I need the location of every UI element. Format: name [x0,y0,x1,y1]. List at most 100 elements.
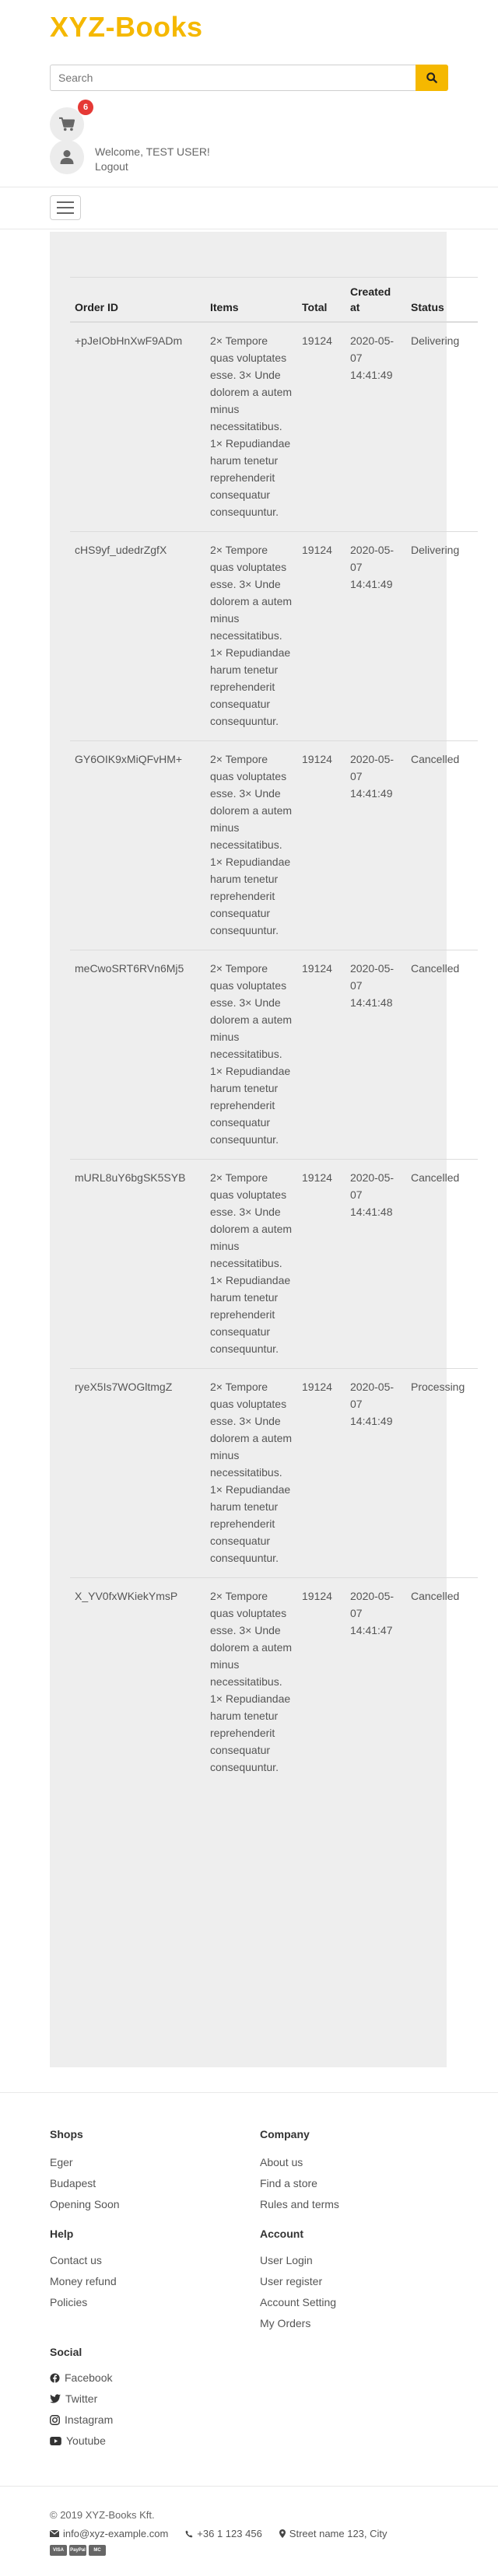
table-row[interactable]: X_YV0fxWKiekYmsP 2× Tempore quas volupta… [70,1577,478,1787]
contact-phone: +36 1 123 456 [185,2528,262,2539]
order-id: cHS9yf_udedrZgfX [70,531,205,741]
footer-link-contact[interactable]: Contact us [50,2254,102,2266]
cart-count-badge: 6 [78,100,93,115]
order-created: 2020-05-07 14:41:49 [345,1368,406,1578]
orders-header-row: Order ID Items Total Created at Status [70,277,478,323]
order-total: 19124 [297,740,345,950]
footer-divider [0,2092,498,2093]
order-total: 19124 [297,950,345,1160]
order-status: Cancelled [406,950,478,1160]
col-items: Items [205,277,297,323]
social-link-twitter[interactable]: Twitter [50,2392,97,2405]
order-created: 2020-05-07 14:41:48 [345,1159,406,1369]
contact-info: info@xyz-example.com +36 1 123 456 Stree… [50,2528,388,2539]
footer-link-rules[interactable]: Rules and terms [260,2198,339,2210]
twitter-icon [50,2394,61,2403]
order-created: 2020-05-07 14:41:47 [345,1577,406,1787]
footer-link-eger[interactable]: Eger [50,2156,73,2168]
order-id: GY6OIK9xMiQFvHM+ [70,740,205,950]
hamburger-icon-bar [57,212,74,214]
contact-email-text: info@xyz-example.com [63,2528,169,2539]
footer-link-opening-soon[interactable]: Opening Soon [50,2198,120,2210]
table-row[interactable]: GY6OIK9xMiQFvHM+ 2× Tempore quas volupta… [70,740,478,950]
order-id: +pJeIObHnXwF9ADm [70,321,205,532]
social-link-youtube[interactable]: Youtube [50,2434,106,2447]
order-total: 19124 [297,1159,345,1369]
order-total: 19124 [297,321,345,532]
hamburger-icon-bar [57,201,74,203]
envelope-icon [50,2530,59,2537]
table-row[interactable]: meCwoSRT6RVn6Mj5 2× Tempore quas volupta… [70,950,478,1160]
order-items: 2× Tempore quas voluptates esse. 3× Unde… [205,950,297,1160]
footer-link-budapest[interactable]: Budapest [50,2177,96,2189]
footer-shops-title: Shops [50,2128,83,2140]
order-status: Cancelled [406,1577,478,1787]
order-id: X_YV0fxWKiekYmsP [70,1577,205,1787]
footer-bottom-divider [0,2486,498,2487]
social-link-instagram[interactable]: Instagram [50,2413,113,2426]
mastercard-icon: MC [89,2545,106,2556]
footer-link-register[interactable]: User register [260,2275,322,2287]
facebook-label: Facebook [65,2371,113,2384]
col-order-id: Order ID [70,277,205,323]
twitter-label: Twitter [65,2392,98,2405]
table-row[interactable]: +pJeIObHnXwF9ADm 2× Tempore quas volupta… [70,321,478,532]
footer-link-login[interactable]: User Login [260,2254,313,2266]
nav-toggle-button[interactable] [50,195,81,220]
col-total: Total [297,277,345,323]
order-items: 2× Tempore quas voluptates esse. 3× Unde… [205,1577,297,1787]
col-created-at: Created at [345,277,406,323]
table-row[interactable]: ryeX5Is7WOGltmgZ 2× Tempore quas volupta… [70,1368,478,1578]
search-input[interactable] [50,65,416,91]
order-items: 2× Tempore quas voluptates esse. 3× Unde… [205,321,297,532]
paypal-icon: PayPal [69,2545,86,2556]
footer-link-refund[interactable]: Money refund [50,2275,117,2287]
footer-link-my-orders[interactable]: My Orders [260,2317,310,2329]
table-row[interactable]: cHS9yf_udedrZgfX 2× Tempore quas volupta… [70,531,478,741]
youtube-icon [50,2436,61,2445]
youtube-label: Youtube [66,2434,106,2447]
footer-link-policies[interactable]: Policies [50,2296,87,2308]
cart-icon [59,117,75,131]
order-id: ryeX5Is7WOGltmgZ [70,1368,205,1578]
facebook-icon [50,2372,60,2383]
payment-methods: VISA PayPal MC [50,2545,106,2556]
welcome-text: Welcome, TEST USER! [95,145,210,158]
order-id: mURL8uY6bgSK5SYB [70,1159,205,1369]
visa-icon: VISA [50,2545,67,2556]
search-button[interactable] [416,65,448,91]
contact-email[interactable]: info@xyz-example.com [50,2528,168,2539]
order-items: 2× Tempore quas voluptates esse. 3× Unde… [205,1159,297,1369]
footer-link-find-store[interactable]: Find a store [260,2177,317,2189]
order-items: 2× Tempore quas voluptates esse. 3× Unde… [205,531,297,741]
logout-link[interactable]: Logout [95,159,210,174]
contact-address: Street name 123, City [279,2528,388,2539]
order-status: Delivering [406,321,478,532]
footer-link-about-us[interactable]: About us [260,2156,303,2168]
cart-button[interactable] [50,107,84,142]
orders-table: Order ID Items Total Created at Status +… [70,277,478,1787]
user-icon [60,150,74,164]
contact-address-text: Street name 123, City [289,2528,388,2539]
order-created: 2020-05-07 14:41:49 [345,531,406,741]
footer-company-title: Company [260,2128,310,2140]
user-avatar[interactable] [50,140,84,174]
order-status: Cancelled [406,740,478,950]
table-row[interactable]: mURL8uY6bgSK5SYB 2× Tempore quas volupta… [70,1159,478,1369]
order-items: 2× Tempore quas voluptates esse. 3× Unde… [205,740,297,950]
order-id: meCwoSRT6RVn6Mj5 [70,950,205,1160]
brand-logo[interactable]: XYZ-Books [50,11,203,44]
map-marker-icon [279,2529,286,2538]
order-created: 2020-05-07 14:41:48 [345,950,406,1160]
footer-link-account-setting[interactable]: Account Setting [260,2296,336,2308]
footer-help-title: Help [50,2228,74,2240]
order-status: Delivering [406,531,478,741]
user-greeting: Welcome, TEST USER! Logout [95,145,210,174]
search-bar [50,65,448,93]
social-link-facebook[interactable]: Facebook [50,2371,112,2384]
col-status: Status [406,277,478,323]
order-total: 19124 [297,531,345,741]
copyright-text: © 2019 XYZ-Books Kft. [50,2509,155,2521]
search-icon [426,72,437,83]
order-created: 2020-05-07 14:41:49 [345,321,406,532]
